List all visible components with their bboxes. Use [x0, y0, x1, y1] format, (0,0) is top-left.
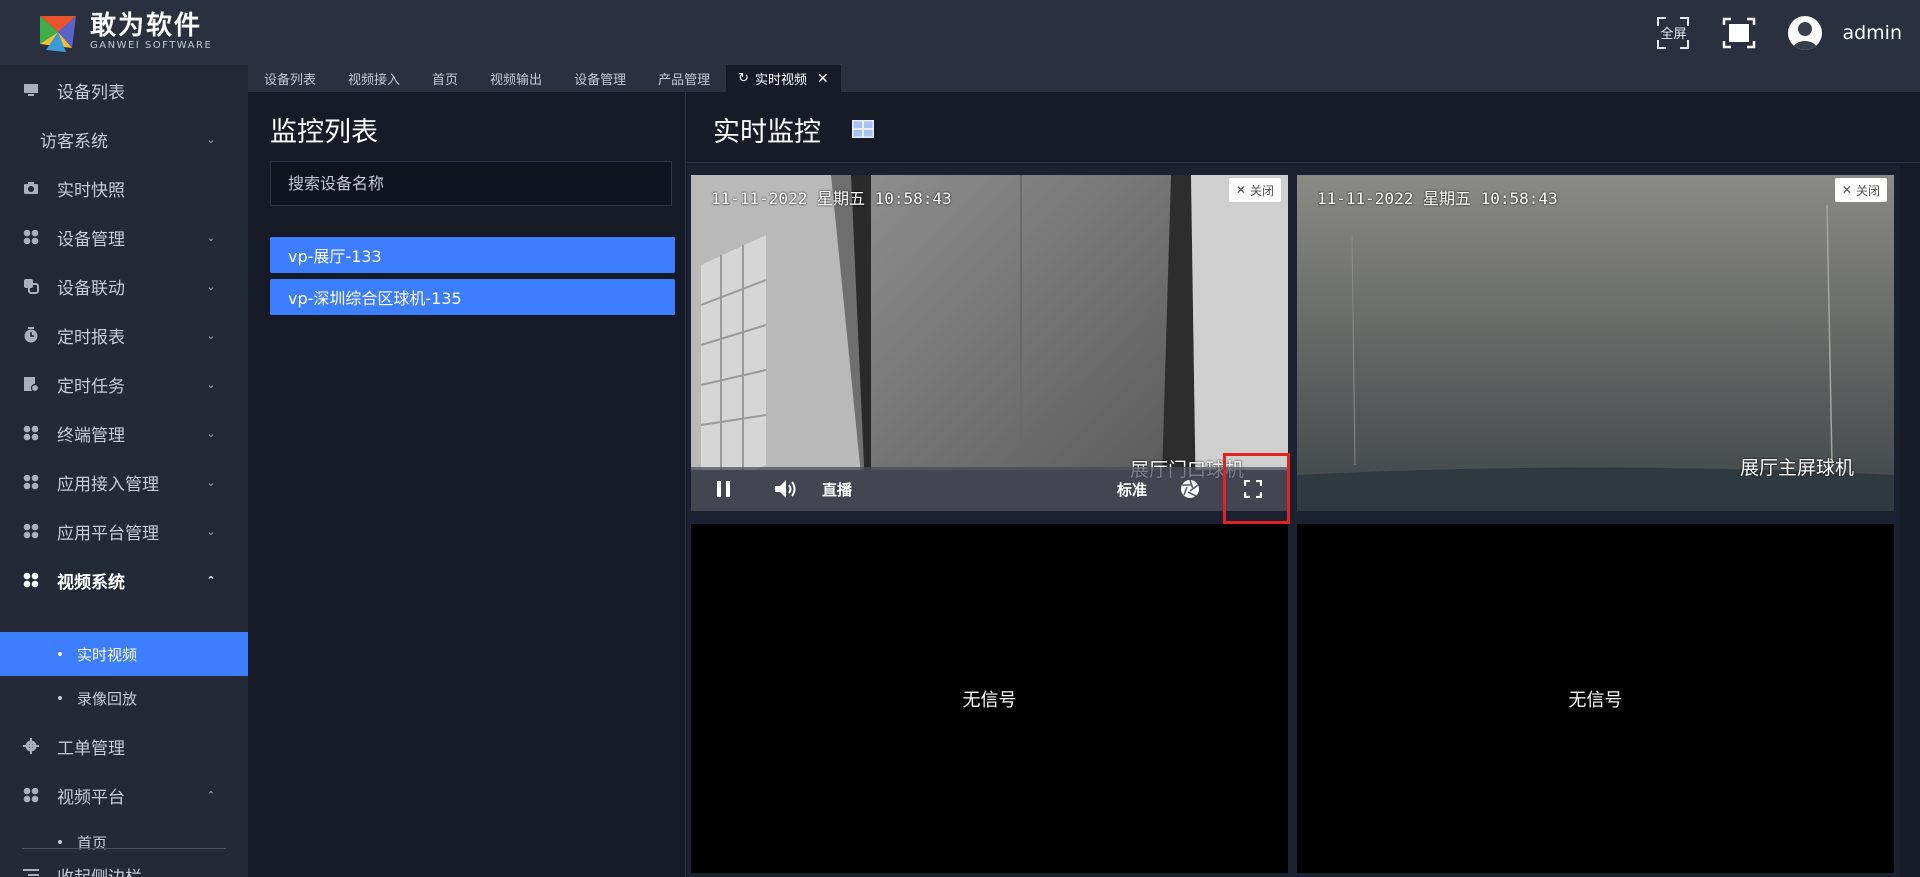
- chevron-up-icon: ⌃: [206, 573, 216, 587]
- sidebar-item-video-system[interactable]: 视频系统 ⌃: [0, 558, 248, 602]
- device-item-shenzhen-135[interactable]: vp-深圳综合区球机-135: [270, 279, 675, 315]
- video-cell-4[interactable]: 无信号: [1297, 524, 1894, 873]
- sidebar-item-app-platform-manage[interactable]: 应用平台管理 ⌄: [0, 509, 248, 553]
- camera-name-label: 展厅主屏球机: [1739, 457, 1854, 479]
- grid-icon: [22, 786, 40, 804]
- volume-icon: [775, 480, 796, 498]
- camera-osd-timestamp: 11-11-2022 星期五 10:58:43: [711, 189, 952, 208]
- ganwei-logo-icon: [40, 16, 76, 52]
- fullscreen-text-button[interactable]: 全屏: [1656, 16, 1690, 50]
- camera-icon: [22, 179, 40, 197]
- pause-icon: [717, 481, 730, 497]
- close-video-button[interactable]: ✕ 关闭: [1228, 178, 1281, 202]
- close-video-button[interactable]: ✕ 关闭: [1834, 178, 1887, 202]
- device-item-exhibition-133[interactable]: vp-展厅-133: [270, 237, 675, 273]
- grid-icon: [22, 522, 40, 540]
- quality-selector[interactable]: 标准: [1112, 467, 1152, 511]
- camera-osd-timestamp: 11-11-2022 星期五 10:58:43: [1317, 189, 1558, 208]
- tab-realtime-video-label: 实时视频: [755, 73, 808, 88]
- sidebar-item-snapshot[interactable]: 实时快照: [0, 166, 248, 210]
- close-tab-icon[interactable]: ✕: [817, 71, 829, 87]
- tab-video-output[interactable]: 视频输出: [474, 65, 558, 92]
- bullet-icon: [58, 696, 62, 700]
- sidebar-item-timed-task[interactable]: 定时任务 ⌄: [0, 362, 248, 406]
- tab-bar: 设备列表 视频接入 首页 视频输出 设备管理 产品管理 ↻ 实时视频 ✕: [248, 65, 1920, 92]
- no-signal-label: 无信号: [962, 689, 1017, 711]
- grid-icon: [22, 228, 40, 246]
- top-header: 敢为软件 GANWEI SOFTWARE 全屏 admin: [0, 0, 1920, 65]
- close-icon: ✕: [1235, 183, 1246, 197]
- sidebar-item-app-access-manage[interactable]: 应用接入管理 ⌄: [0, 460, 248, 504]
- video-cell-2[interactable]: 11-11-2022 星期五 10:58:43 展厅主屏球机 ✕ 关闭: [1297, 175, 1894, 511]
- sidebar-item-device-manage[interactable]: 设备管理 ⌄: [0, 215, 248, 259]
- link-icon: [22, 277, 40, 295]
- chevron-down-icon: ⌄: [206, 377, 216, 391]
- sidebar-item-work-order[interactable]: 工单管理: [0, 724, 248, 768]
- chevron-down-icon: ⌄: [206, 524, 216, 538]
- sidebar-divider: [22, 848, 226, 849]
- tab-video-access[interactable]: 视频接入: [332, 65, 416, 92]
- chevron-up-icon: ⌃: [206, 788, 216, 802]
- sidebar-item-timed-report[interactable]: 定时报表 ⌄: [0, 313, 248, 357]
- chevron-down-icon: ⌄: [206, 230, 216, 244]
- logo[interactable]: 敢为软件 GANWEI SOFTWARE: [36, 10, 212, 54]
- fullscreen-highlight-box: [1223, 453, 1290, 524]
- screen-expand-icon: [1723, 17, 1756, 48]
- collapse-menu-icon: [22, 866, 40, 877]
- tab-device-list[interactable]: 设备列表: [248, 65, 332, 92]
- grid-icon: [22, 571, 40, 589]
- sidebar-item-terminal-manage[interactable]: 终端管理 ⌄: [0, 411, 248, 455]
- realtime-monitor-title: 实时监控: [713, 117, 821, 148]
- chevron-down-icon: ⌄: [206, 132, 216, 146]
- pause-button[interactable]: [711, 467, 737, 511]
- tab-product-manage[interactable]: 产品管理: [642, 65, 726, 92]
- collapse-sidebar-button[interactable]: 收起侧边栏: [0, 853, 248, 877]
- bullet-icon: [58, 840, 62, 844]
- bullet-icon: [58, 652, 62, 656]
- sidebar: 设备列表 访客系统 ⌄ 实时快照 设备管理 ⌄ 设备联动 ⌄ 定时报表 ⌄ 定时…: [0, 65, 248, 877]
- sidebar-item-device-list[interactable]: 设备列表: [0, 68, 248, 112]
- user-avatar-icon: [1792, 21, 1819, 50]
- refresh-icon[interactable]: ↻: [738, 71, 749, 86]
- device-search-input[interactable]: [270, 161, 672, 206]
- monitor-divider: [687, 162, 1920, 163]
- layout-grid-icon[interactable]: [852, 120, 874, 138]
- snapshot-button[interactable]: [1178, 467, 1202, 511]
- logo-text-en: GANWEI SOFTWARE: [90, 40, 213, 51]
- grid-icon: [22, 424, 40, 442]
- tab-home[interactable]: 首页: [416, 65, 474, 92]
- gear-icon: [22, 737, 40, 755]
- close-icon: ✕: [1841, 183, 1852, 197]
- video-cell-1[interactable]: 11-11-2022 星期五 10:58:43 展厅门口球机 ✕ 关闭 直播 标…: [691, 175, 1288, 511]
- monitor-list-title: 监控列表: [270, 117, 378, 148]
- monitor-icon: [22, 81, 40, 99]
- username[interactable]: admin: [1842, 22, 1902, 44]
- sidebar-item-device-linkage[interactable]: 设备联动 ⌄: [0, 264, 248, 308]
- video-control-bar: 直播 标准: [691, 467, 1288, 511]
- tab-realtime-video[interactable]: ↻ 实时视频 ✕: [726, 65, 841, 92]
- fullscreen-label: 全屏: [1660, 27, 1687, 42]
- logo-text-cn: 敢为软件: [90, 11, 203, 41]
- aperture-icon: [1181, 479, 1199, 498]
- clock-icon: [22, 326, 40, 344]
- tab-device-manage[interactable]: 设备管理: [558, 65, 642, 92]
- task-icon: [22, 375, 40, 393]
- avatar[interactable]: [1788, 15, 1823, 50]
- live-label[interactable]: 直播: [817, 467, 857, 511]
- screen-expand-button[interactable]: [1722, 16, 1756, 50]
- grid-icon: [22, 473, 40, 491]
- no-signal-label: 无信号: [1568, 689, 1623, 711]
- chevron-down-icon: ⌄: [206, 328, 216, 342]
- volume-button[interactable]: [771, 467, 801, 511]
- sidebar-item-visitor-system[interactable]: 访客系统 ⌄: [0, 117, 248, 161]
- sidebar-subitem-playback[interactable]: 录像回放: [0, 676, 248, 720]
- monitor-list-panel: 监控列表 vp-展厅-133 vp-深圳综合区球机-135: [248, 92, 686, 877]
- sidebar-item-video-platform[interactable]: 视频平台 ⌃: [0, 773, 248, 817]
- video-cell-3[interactable]: 无信号: [691, 524, 1288, 873]
- chevron-down-icon: ⌄: [206, 475, 216, 489]
- sidebar-subitem-realtime-video[interactable]: 实时视频: [0, 632, 248, 676]
- chevron-down-icon: ⌄: [206, 426, 216, 440]
- chevron-down-icon: ⌄: [206, 279, 216, 293]
